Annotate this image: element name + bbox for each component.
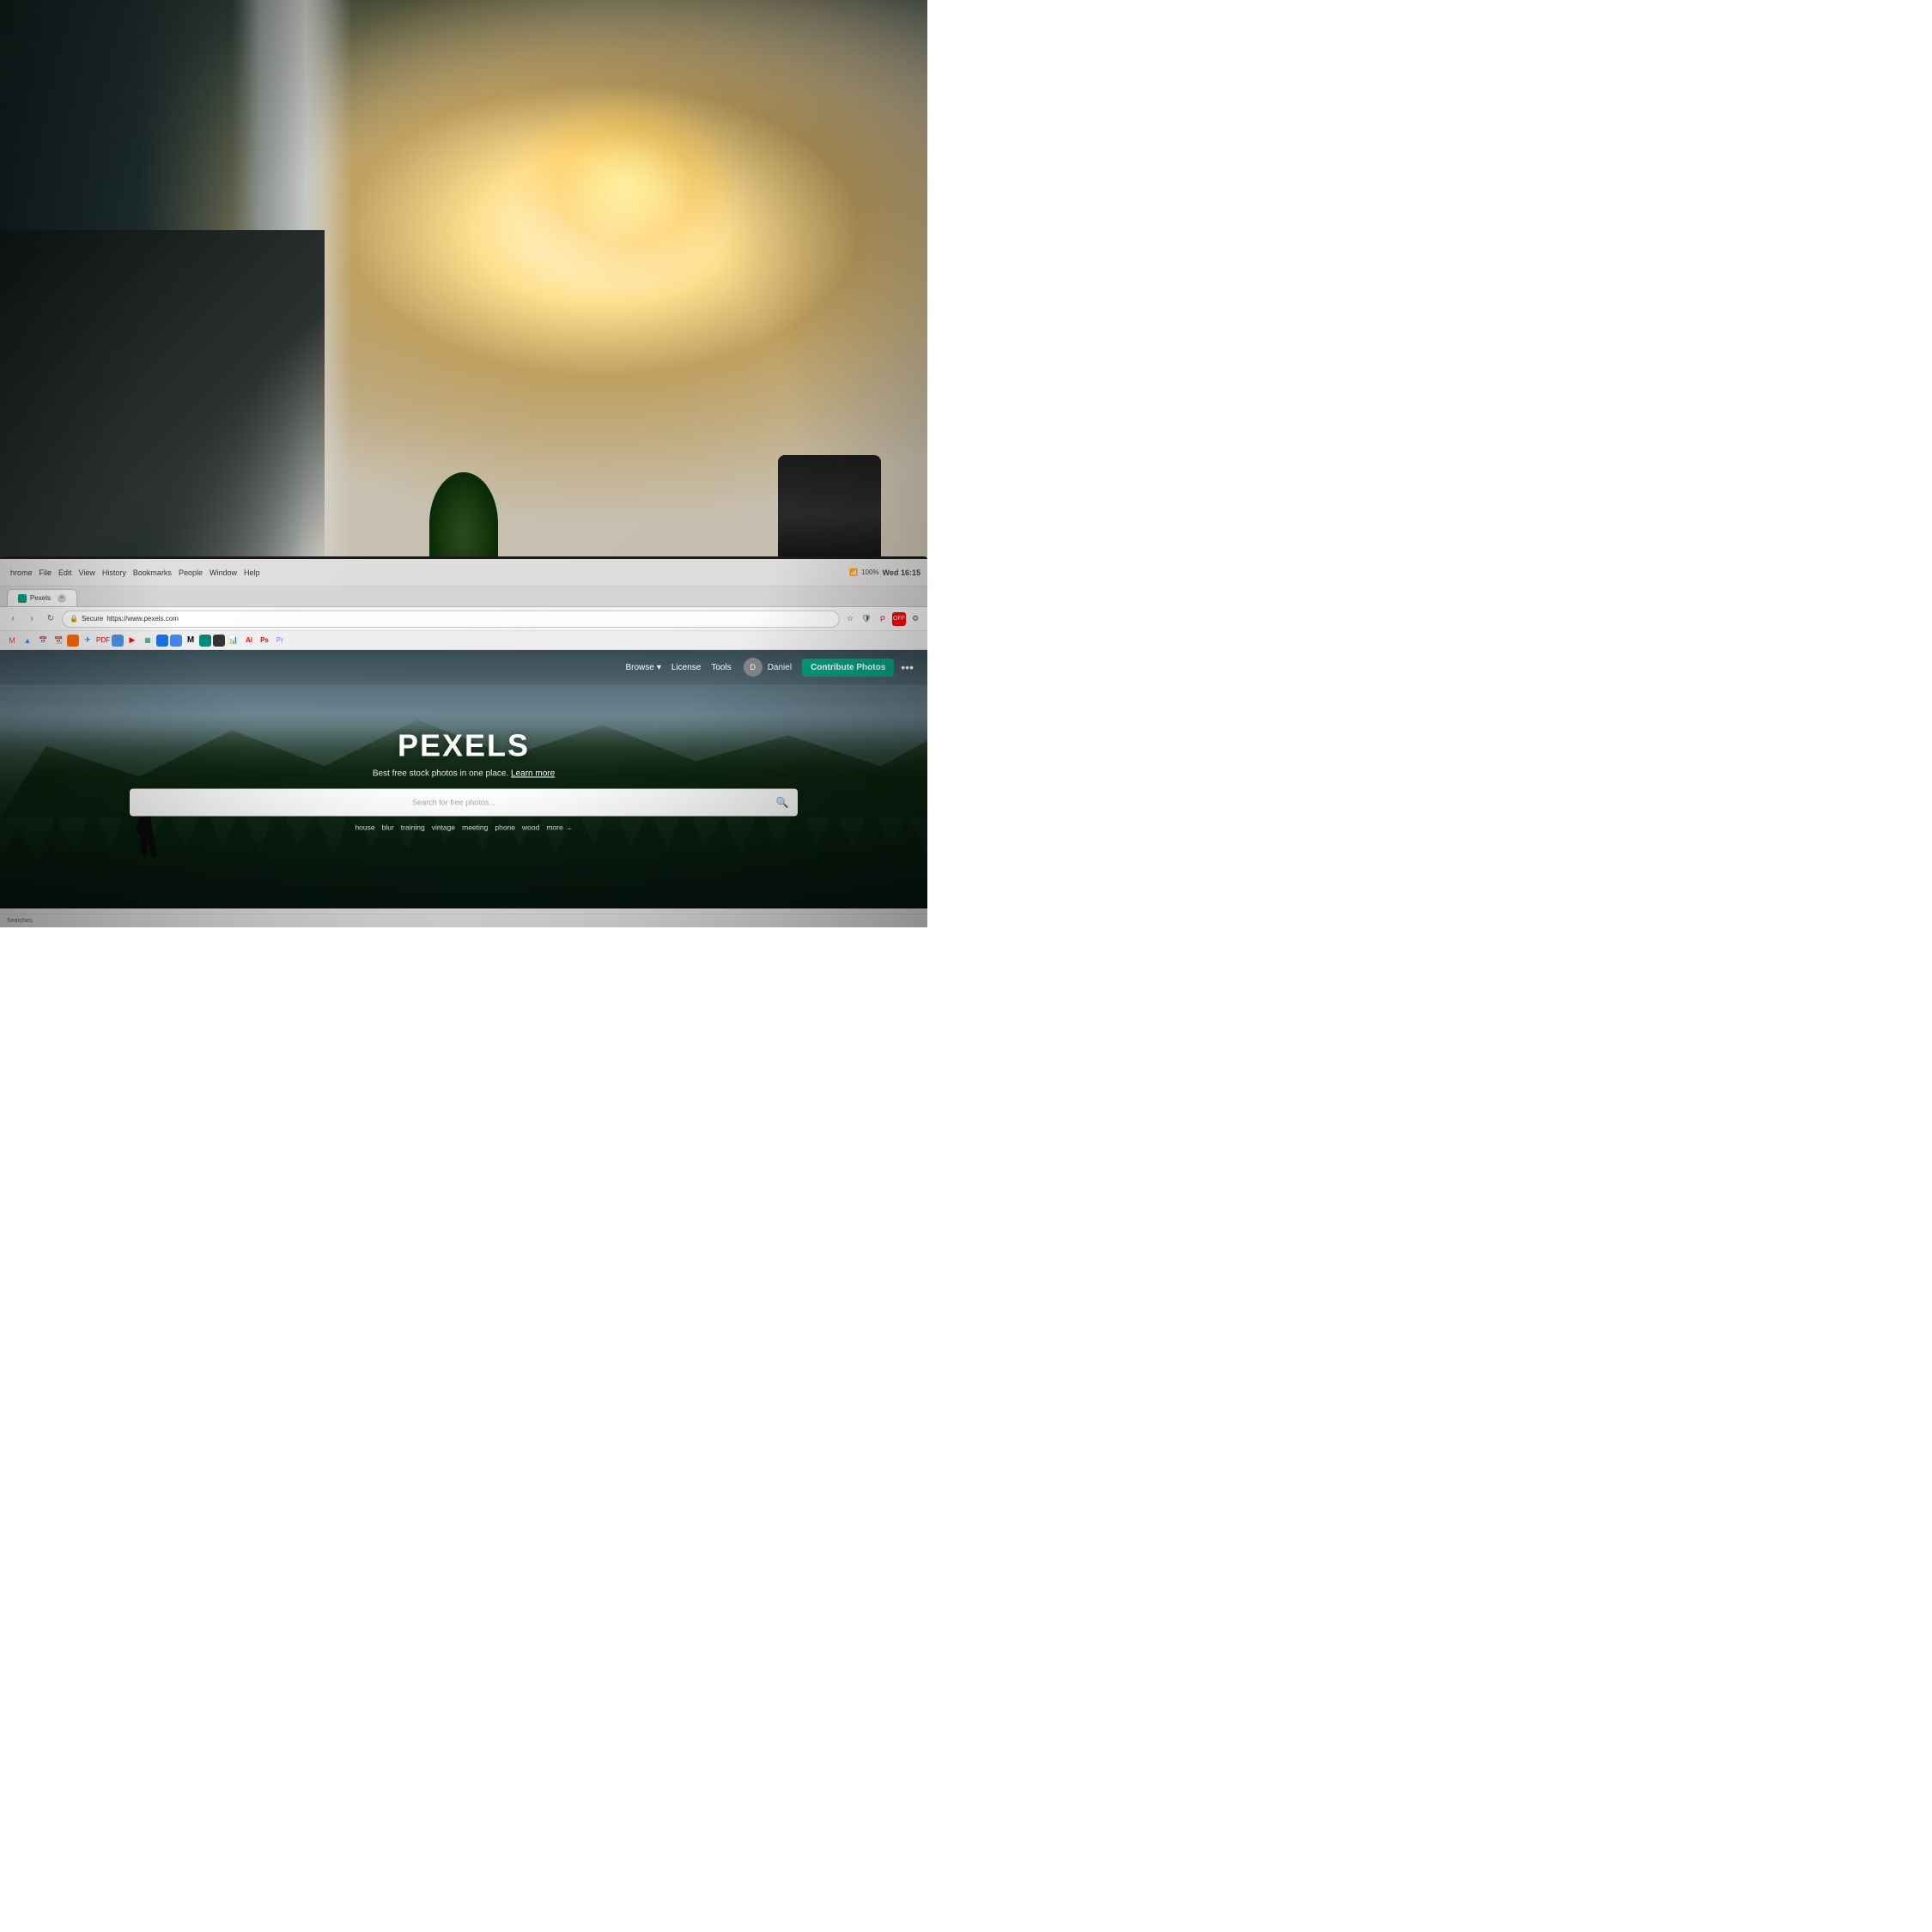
contribute-photos-button[interactable]: Contribute Photos	[802, 659, 894, 677]
tab-bar: Pexels ×	[0, 586, 927, 607]
ext-icon-1[interactable]: OFF	[892, 612, 906, 626]
hero-subtitle: Best free stock photos in one place. Lea…	[93, 769, 835, 778]
pinterest-icon[interactable]: P	[876, 612, 890, 626]
ext-drive[interactable]: ▲	[21, 634, 34, 647]
ext-calendar[interactable]: 📅	[36, 634, 50, 647]
browser-menubar: hrome File Edit View History Bookmarks P…	[0, 559, 927, 586]
hero-title: PEXELS	[93, 727, 835, 763]
battery-level: 100%	[861, 568, 878, 576]
tab-favicon	[18, 594, 27, 603]
ext-adobe3[interactable]: Pr	[273, 634, 287, 647]
tag-more[interactable]: more →	[546, 823, 572, 831]
address-field[interactable]: 🔒 Secure https://www.pexels.com	[62, 611, 840, 628]
ext-pdf[interactable]: PDF	[96, 634, 110, 647]
search-input-placeholder: Search for free photos...	[138, 798, 769, 806]
pexels-navbar: Browse ▾ License Tools D Daniel Contribu…	[0, 650, 927, 684]
tab-title: Pexels	[30, 594, 51, 602]
hero-text-center: PEXELS Best free stock photos in one pla…	[93, 727, 835, 831]
ext-telegram[interactable]: ✈	[81, 634, 94, 647]
ext-gmail[interactable]: M	[5, 634, 19, 647]
learn-more-link[interactable]: Learn more	[511, 769, 555, 778]
bookmark-icon[interactable]: ☆	[843, 612, 857, 626]
tag-training[interactable]: training	[401, 823, 425, 831]
tab-close-button[interactable]: ×	[58, 594, 66, 603]
pexels-hero: Browse ▾ License Tools D Daniel Contribu…	[0, 650, 927, 908]
extensions-bar: M ▲ 📅 📆 ✈ PDF ▶ ▦ M 📊 Ai Ps Pr	[0, 631, 927, 650]
address-bar-row: ‹ › ↻ 🔒 Secure https://www.pexels.com ☆ …	[0, 607, 927, 631]
ext-teal[interactable]	[199, 635, 211, 647]
username-label[interactable]: Daniel	[768, 663, 792, 672]
browser-window: hrome File Edit View History Bookmarks P…	[0, 559, 927, 927]
ext-orange[interactable]	[67, 635, 79, 647]
tag-wood[interactable]: wood	[522, 823, 539, 831]
forward-button[interactable]: ›	[24, 611, 39, 627]
menu-people[interactable]: People	[175, 567, 206, 579]
ext-adobe1[interactable]: Ai	[242, 634, 256, 647]
office-bg-inner	[0, 0, 927, 575]
menu-file[interactable]: File	[36, 567, 56, 579]
tag-phone[interactable]: phone	[495, 823, 515, 831]
search-bar[interactable]: Search for free photos... 🔍	[130, 788, 798, 816]
ext-calendar2[interactable]: 📆	[52, 634, 65, 647]
status-bar: Searches	[0, 914, 927, 927]
system-status-area: 📶 100% Wed 16:15	[849, 568, 920, 577]
license-nav-item[interactable]: License	[671, 663, 701, 672]
tools-nav-item[interactable]: Tools	[711, 663, 731, 672]
more-options-button[interactable]: •••	[901, 660, 914, 674]
toolbar-icons: ☆ 🛡 P OFF ⚙	[843, 612, 922, 626]
menu-view[interactable]: View	[76, 567, 99, 579]
url-text: https://www.pexels.com	[106, 615, 179, 623]
ext-blue2[interactable]	[170, 635, 182, 647]
search-icon[interactable]: 🔍	[776, 796, 789, 808]
tag-blur[interactable]: blur	[382, 823, 394, 831]
secure-icon: 🔒	[70, 615, 78, 623]
ext-youtube[interactable]: ▶	[125, 634, 139, 647]
menu-chrome[interactable]: hrome	[7, 567, 36, 579]
tag-meeting[interactable]: meeting	[462, 823, 488, 831]
wifi-icon: 📶	[849, 568, 858, 576]
browse-nav-item[interactable]: Browse ▾	[625, 663, 660, 672]
secure-label: Secure	[82, 615, 103, 623]
office-background	[0, 0, 927, 575]
system-time: Wed 16:15	[883, 568, 920, 577]
browse-chevron: ▾	[657, 663, 661, 672]
ext-blue-btn[interactable]	[156, 635, 168, 647]
ext-adobe2[interactable]: Ps	[258, 634, 271, 647]
menu-window[interactable]: Window	[206, 567, 240, 579]
shield-icon[interactable]: 🛡	[860, 612, 873, 626]
user-avatar[interactable]: D	[744, 658, 762, 677]
ext-blue[interactable]	[112, 635, 124, 647]
menu-history[interactable]: History	[99, 567, 130, 579]
ext-green-table[interactable]: ▦	[141, 634, 155, 647]
browser-menu-left: hrome File Edit View History Bookmarks P…	[7, 567, 264, 579]
screen-bezel: hrome File Edit View History Bookmarks P…	[0, 556, 927, 927]
ext-medium[interactable]: M	[184, 634, 197, 647]
website-content: Browse ▾ License Tools D Daniel Contribu…	[0, 650, 927, 908]
status-text: Searches	[7, 918, 33, 924]
tag-vintage[interactable]: vintage	[432, 823, 455, 831]
menu-bookmarks[interactable]: Bookmarks	[130, 567, 175, 579]
menu-edit[interactable]: Edit	[55, 567, 76, 579]
ext-dark[interactable]	[213, 635, 225, 647]
tag-house[interactable]: house	[355, 823, 374, 831]
ext-icon-2[interactable]: ⚙	[908, 612, 922, 626]
menu-help[interactable]: Help	[240, 567, 264, 579]
ext-chart[interactable]: 📊	[227, 634, 240, 647]
reload-button[interactable]: ↻	[43, 611, 58, 627]
search-tags-row: house blur training vintage meeting phon…	[93, 823, 835, 831]
active-tab[interactable]: Pexels ×	[7, 589, 77, 606]
back-button[interactable]: ‹	[5, 611, 21, 627]
